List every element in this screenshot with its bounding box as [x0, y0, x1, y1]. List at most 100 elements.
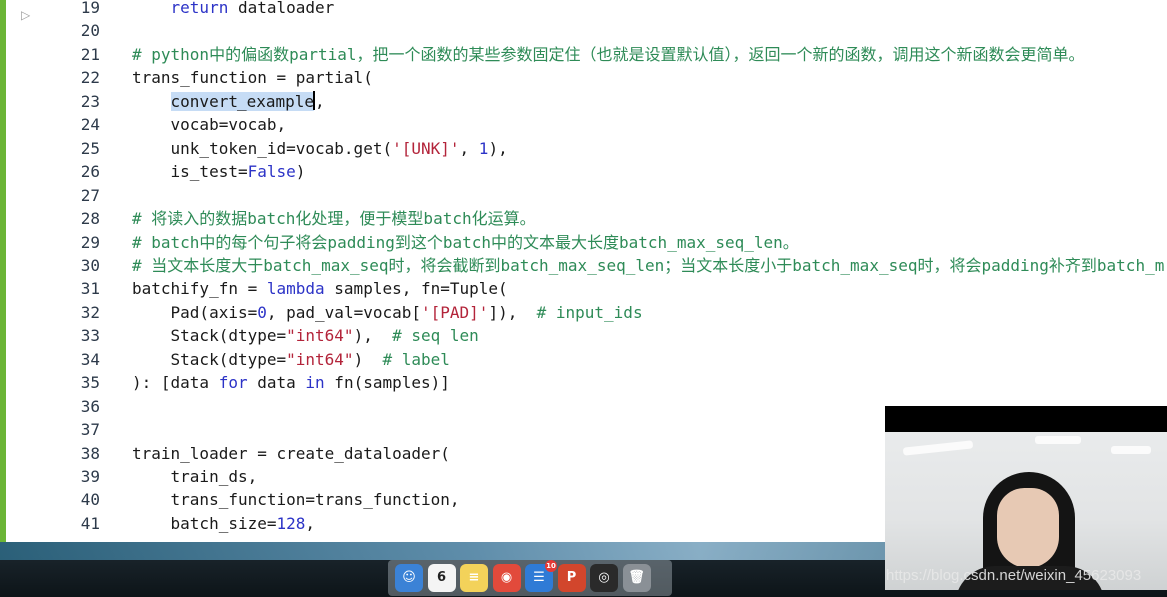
code-line[interactable]: 28 # 将读入的数据batch化处理，便于模型batch化运算。: [0, 207, 1167, 230]
code-line[interactable]: 33 Stack(dtype="int64"), # seq len: [0, 324, 1167, 347]
code-token: # input_ids: [536, 302, 643, 322]
code-line[interactable]: 19 return dataloader: [0, 0, 1167, 19]
code-token: "int64": [286, 349, 354, 369]
code-token: ): [295, 162, 306, 182]
notes-icon[interactable]: ≡: [460, 564, 488, 592]
code-text[interactable]: Pad(axis=0, pad_val=vocab['[PAD]']), # i…: [132, 301, 643, 324]
code-token: Stack(dtype=: [132, 326, 287, 346]
line-number: 31: [80, 279, 100, 299]
code-text[interactable]: train_loader = create_dataloader(: [132, 442, 450, 465]
code-token: fn(samples)]: [324, 373, 450, 393]
line-number: 38: [80, 443, 100, 463]
code-token: ,: [459, 138, 479, 158]
code-text[interactable]: return dataloader: [132, 0, 335, 19]
code-line[interactable]: 23 convert_example,: [0, 90, 1167, 113]
line-number: 25: [80, 138, 100, 158]
line-number: 37: [80, 420, 100, 440]
line-number: 32: [80, 302, 100, 322]
code-text[interactable]: trans_function=trans_function,: [132, 488, 460, 511]
presenter-face: [997, 488, 1059, 568]
code-token: # python中的偏函数partial，把一个函数的某些参数固定住（也就是设置…: [132, 44, 1085, 64]
code-token: False: [247, 162, 296, 182]
line-number: 19: [80, 0, 100, 17]
code-text[interactable]: unk_token_id=vocab.get('[UNK]', 1),: [132, 137, 508, 160]
ceiling-light: [1035, 436, 1081, 444]
code-line[interactable]: 21 # python中的偏函数partial，把一个函数的某些参数固定住（也就是…: [0, 43, 1167, 66]
code-line[interactable]: 34 Stack(dtype="int64") # label: [0, 348, 1167, 371]
code-token: ,: [305, 513, 316, 533]
code-token: trans_function = partial(: [132, 68, 373, 88]
calendar-icon[interactable]: 6: [427, 564, 456, 592]
code-text[interactable]: batch_size=128,: [132, 512, 316, 535]
code-token: "int64": [286, 326, 354, 346]
code-text[interactable]: # 将读入的数据batch化处理，便于模型batch化运算。: [132, 207, 536, 230]
code-token: lambda: [266, 279, 325, 299]
code-token: ),: [488, 138, 508, 158]
code-token: batchify_fn =: [132, 279, 267, 299]
code-token: convert: [170, 91, 238, 111]
code-token: Pad(axis=: [132, 302, 258, 322]
code-token: return: [170, 0, 229, 17]
code-token: ): [data: [132, 373, 219, 393]
code-text[interactable]: vocab=vocab,: [132, 113, 287, 136]
obs-icon[interactable]: ◎: [590, 564, 618, 592]
tasks-icon[interactable]: ☰ 10: [525, 560, 557, 592]
code-token: data: [247, 373, 306, 393]
powerpoint-icon[interactable]: P: [557, 564, 586, 592]
code-text[interactable]: Stack(dtype="int64"), # seq len: [132, 324, 479, 347]
line-number: 34: [80, 349, 100, 369]
code-token: # 当文本长度大于batch_max_seq时，将会截断到batch_max_s…: [132, 255, 1165, 275]
code-line[interactable]: 25 unk_token_id=vocab.get('[UNK]', 1),: [0, 137, 1167, 160]
line-number: 41: [80, 513, 100, 533]
code-text[interactable]: Stack(dtype="int64") # label: [132, 348, 450, 371]
line-number: 30: [80, 255, 100, 275]
line-number: 29: [80, 232, 100, 252]
line-number: 40: [80, 490, 100, 510]
chrome-icon[interactable]: ◉: [492, 564, 521, 592]
line-number: 39: [80, 467, 100, 486]
watermark-url: https://blog.csdn.net/weixin_45623093: [886, 567, 1142, 584]
line-number: 24: [80, 115, 100, 135]
line-number: 36: [80, 396, 100, 416]
code-token: vocab=vocab,: [132, 115, 287, 135]
code-line[interactable]: 29 # batch中的每个句子将会padding到这个batch中的文本最大长度…: [0, 231, 1167, 254]
code-line[interactable]: 30 # 当文本长度大于batch_max_seq时，将会截断到batch_max…: [0, 254, 1167, 277]
code-line[interactable]: 26 is_test=False): [0, 160, 1167, 183]
code-text[interactable]: batchify_fn = lambda samples, fn=Tuple(: [132, 277, 508, 300]
trash-icon[interactable]: 🗑: [622, 564, 651, 592]
code-text[interactable]: ): [data for data in fn(samples)]: [132, 371, 450, 394]
code-token: 128: [276, 513, 306, 533]
code-line[interactable]: 22 trans_function = partial(: [0, 66, 1167, 89]
code-text[interactable]: # python中的偏函数partial，把一个函数的某些参数固定住（也就是设置…: [132, 43, 1085, 66]
code-token: ]),: [488, 302, 537, 322]
line-number: 21: [80, 44, 100, 64]
code-line[interactable]: 31 batchify_fn = lambda samples, fn=Tuple…: [0, 277, 1167, 300]
code-text[interactable]: is_test=False): [132, 160, 306, 183]
code-token: unk_token_id=vocab.get(: [132, 138, 393, 158]
code-line[interactable]: 24 vocab=vocab,: [0, 113, 1167, 136]
code-line[interactable]: 20: [0, 19, 1167, 42]
code-token: ,: [315, 91, 325, 111]
code-token: for: [218, 373, 248, 393]
ceiling-light: [1111, 446, 1151, 454]
code-text[interactable]: train_ds,: [132, 465, 258, 488]
code-line[interactable]: 35 ): [data for data in fn(samples)]: [0, 371, 1167, 394]
code-text[interactable]: # 当文本长度大于batch_max_seq时，将会截断到batch_max_s…: [132, 254, 1164, 277]
line-number: 33: [80, 326, 100, 346]
code-token: '[PAD]': [421, 302, 489, 322]
code-token: train_loader = create_dataloader(: [132, 443, 450, 463]
line-number: 35: [80, 373, 100, 393]
code-token: _example: [236, 91, 315, 111]
code-token: samples, fn=Tuple(: [324, 279, 508, 299]
code-token: ): [353, 349, 383, 369]
code-token: '[UNK]': [392, 138, 460, 158]
code-text[interactable]: trans_function = partial(: [132, 66, 373, 89]
line-number: 27: [80, 185, 100, 205]
code-token: dataloader: [228, 0, 335, 17]
code-token: ),: [353, 326, 393, 346]
finder-icon[interactable]: ☺: [395, 564, 423, 592]
code-line[interactable]: 32 Pad(axis=0, pad_val=vocab['[PAD]']), …: [0, 301, 1167, 324]
code-text[interactable]: # batch中的每个句子将会padding到这个batch中的文本最大长度ba…: [132, 231, 799, 254]
code-line[interactable]: 27: [0, 184, 1167, 207]
code-text[interactable]: convert_example,: [132, 90, 325, 113]
